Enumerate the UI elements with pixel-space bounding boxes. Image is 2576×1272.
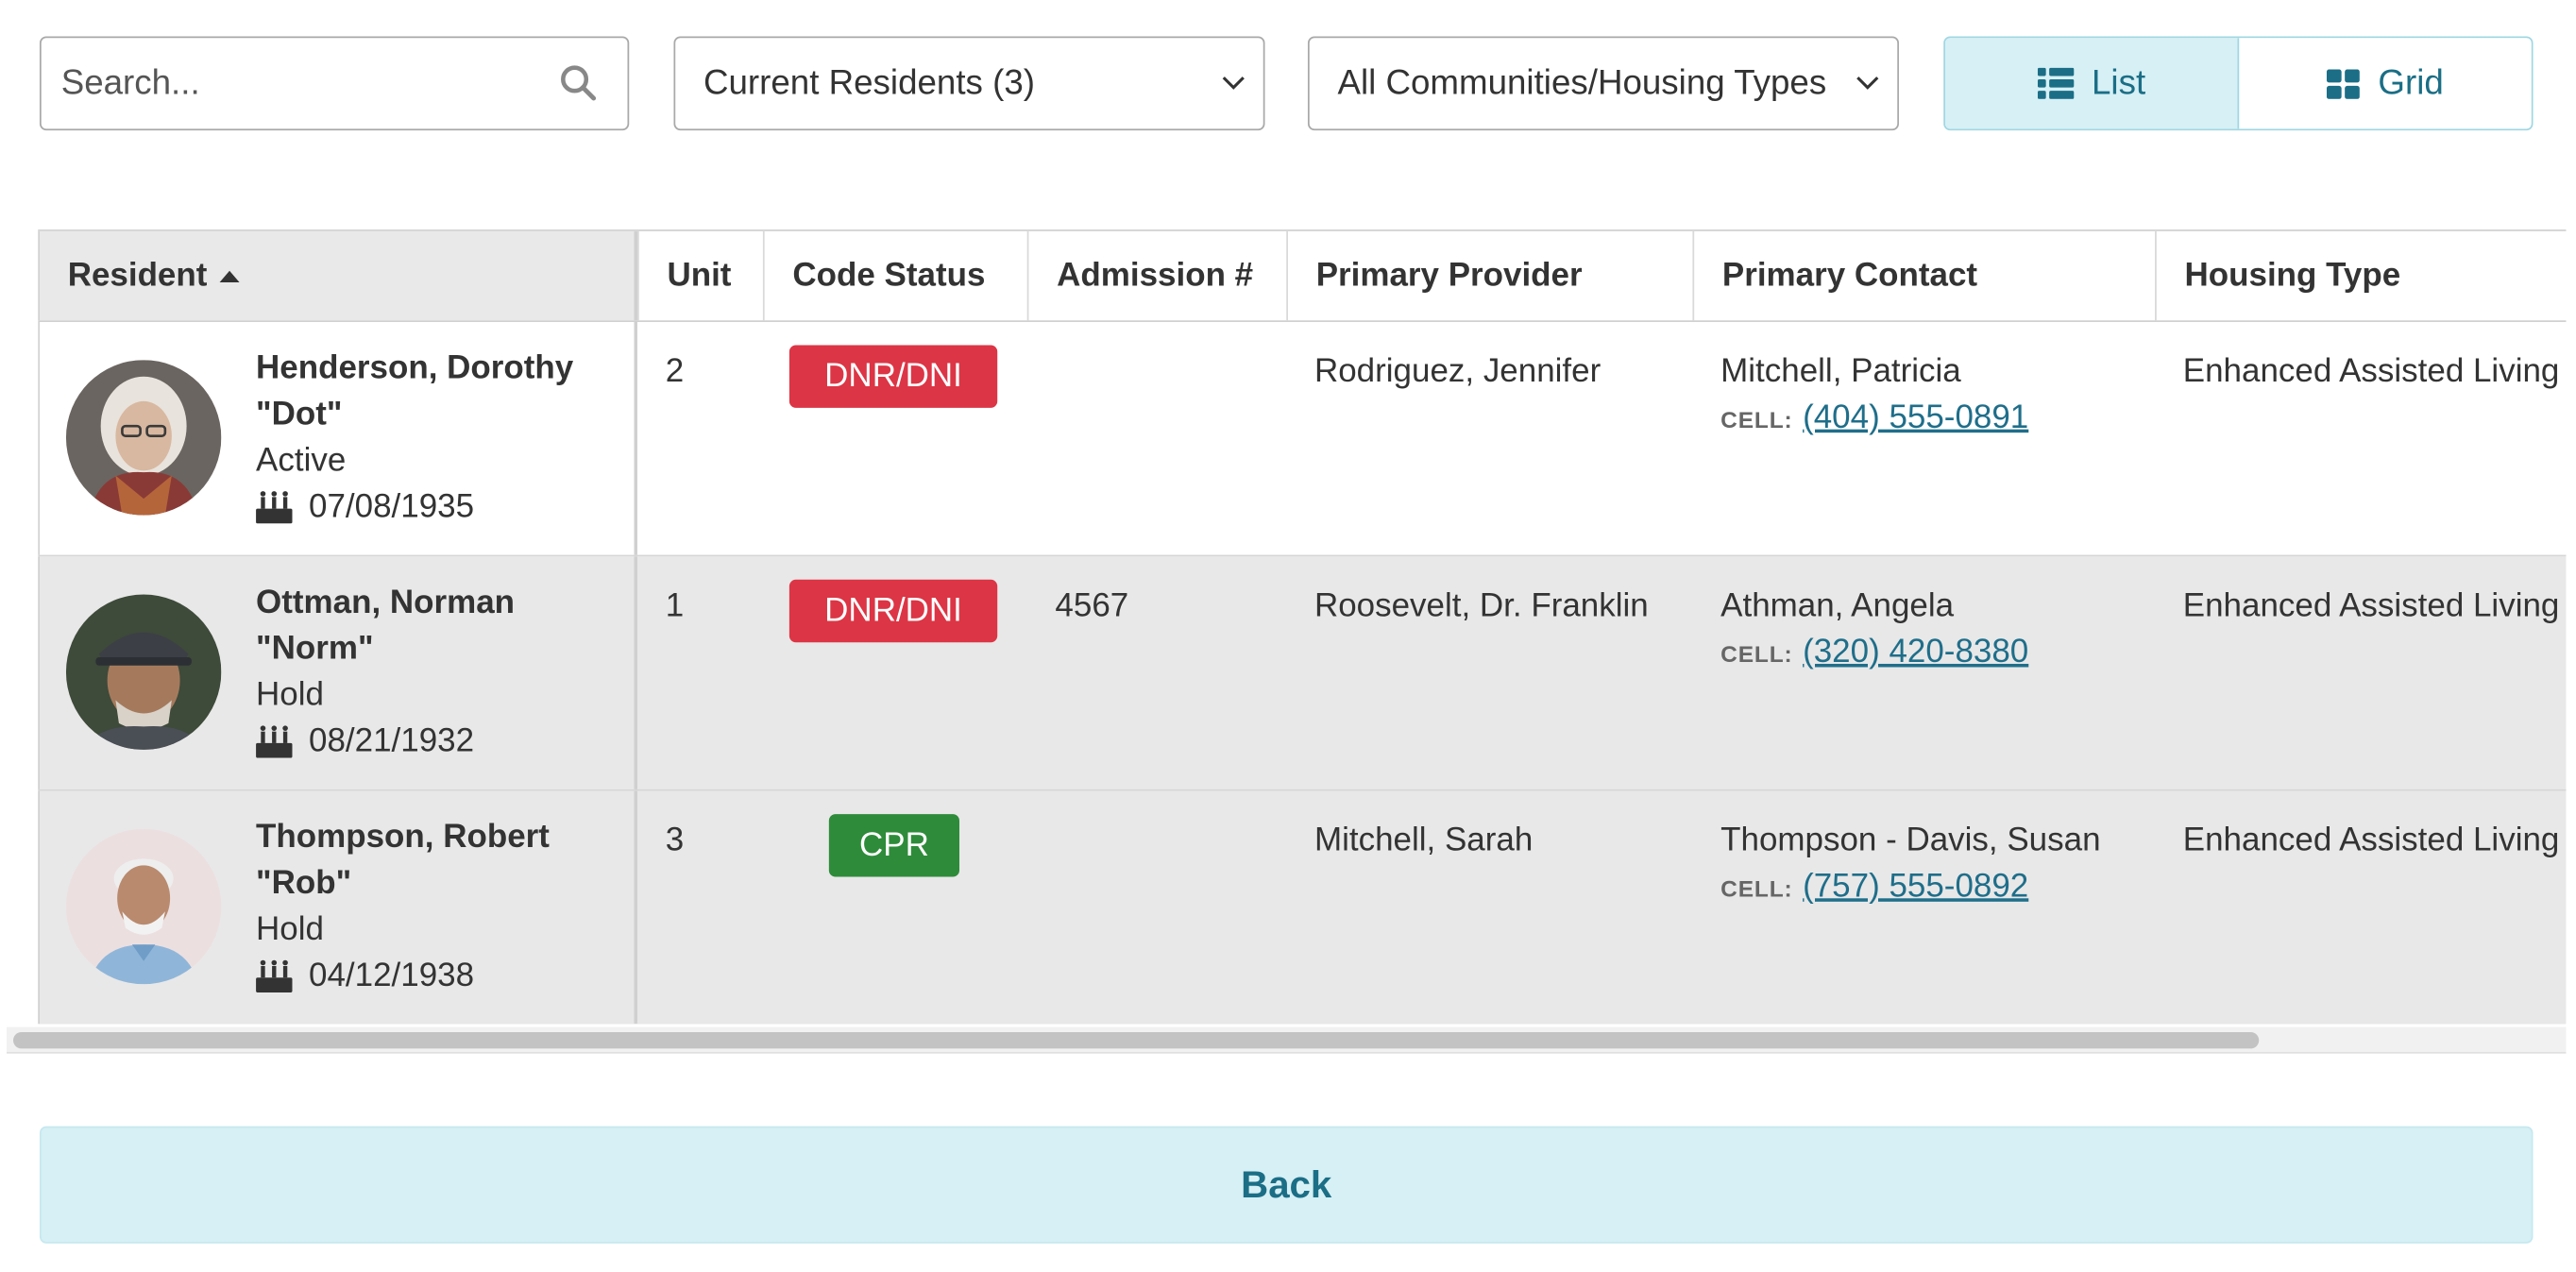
chevron-down-icon: [1222, 76, 1245, 90]
grid-view-label: Grid: [2378, 63, 2444, 102]
header-housing-type[interactable]: Housing Type: [2155, 230, 2566, 321]
primary-contact-cell: Thompson - Davis, Susan CELL: (757) 555-0…: [1692, 791, 2155, 1025]
code-status-badge: DNR/DNI: [788, 579, 998, 643]
chevron-down-icon: [1856, 76, 1879, 90]
back-button[interactable]: Back: [39, 1126, 2534, 1244]
list-view-label: List: [2092, 63, 2146, 102]
housing-type-cell: Enhanced Assisted Living: [2182, 587, 2560, 625]
community-filter-value: All Communities/Housing Types: [1337, 63, 1827, 102]
resident-cell[interactable]: Thompson, Robert "Rob" Hold 04/12/1938: [38, 790, 637, 1025]
grid-icon: [2327, 68, 2361, 99]
resident-dob-value: 04/12/1938: [309, 958, 475, 994]
list-icon: [2037, 67, 2074, 99]
resident-name[interactable]: Thompson, Robert "Rob": [256, 814, 619, 907]
contact-name: Mitchell, Patricia: [1720, 353, 1961, 390]
admission-cell: [1027, 791, 1287, 1025]
table-row[interactable]: Thompson, Robert "Rob" Hold 04/12/1938 3…: [38, 790, 2567, 1025]
resident-cell[interactable]: Henderson, Dorothy "Dot" Active 07/08/19…: [38, 321, 637, 555]
birthday-cake-icon: [256, 725, 293, 758]
code-status-cell: CPR: [763, 791, 1027, 1025]
unit-cell: 3: [665, 822, 685, 859]
header-code-status[interactable]: Code Status: [762, 230, 1027, 321]
contact-phone-label: CELL:: [1720, 406, 1793, 433]
resident-cell[interactable]: Ottman, Norman "Norm" Hold 08/21/1932: [38, 556, 637, 789]
housing-type-cell: Enhanced Assisted Living: [2182, 353, 2560, 390]
search-box[interactable]: [39, 36, 630, 131]
contact-phone-link[interactable]: (757) 555-0892: [1803, 869, 2028, 905]
sort-ascending-icon: [220, 269, 241, 282]
resident-filter-value: Current Residents (3): [703, 63, 1035, 102]
unit-cell: 2: [665, 353, 685, 390]
resident-info: Henderson, Dorothy "Dot" Active 07/08/19…: [256, 345, 619, 530]
resident-dob-value: 08/21/1932: [309, 722, 475, 760]
resident-dob: 07/08/1935: [256, 483, 619, 530]
residents-table: Resident Unit Code Status Admission # Pr…: [38, 229, 2567, 1025]
code-status-badge: DNR/DNI: [788, 345, 998, 408]
table-header-row: Resident Unit Code Status Admission # Pr…: [38, 230, 2567, 322]
resident-status: Hold: [256, 911, 324, 948]
primary-provider-cell: Mitchell, Sarah: [1313, 822, 1534, 859]
code-status-cell: DNR/DNI: [763, 556, 1027, 789]
resident-info: Ottman, Norman "Norm" Hold 08/21/1932: [256, 580, 619, 765]
resident-status: Hold: [256, 676, 324, 714]
resident-avatar: [65, 360, 222, 516]
scrollbar-thumb[interactable]: [12, 1031, 2260, 1049]
primary-contact-cell: Athman, Angela CELL: (320) 420-8380: [1692, 556, 2155, 789]
admission-cell: [1027, 322, 1287, 555]
header-unit[interactable]: Unit: [636, 230, 763, 321]
header-resident[interactable]: Resident: [38, 230, 637, 321]
contact-phone-link[interactable]: (320) 420-8380: [1803, 635, 2028, 670]
search-icon[interactable]: [558, 62, 598, 102]
resident-name[interactable]: Ottman, Norman "Norm": [256, 580, 619, 672]
contact-phone-label: CELL:: [1720, 874, 1793, 902]
resident-status: Active: [256, 442, 347, 480]
resident-filter-select[interactable]: Current Residents (3): [673, 36, 1265, 131]
list-view-button[interactable]: List: [1944, 38, 2238, 129]
resident-info: Thompson, Robert "Rob" Hold 04/12/1938: [256, 814, 619, 999]
contact-name: Athman, Angela: [1720, 587, 1955, 625]
primary-provider-cell: Roosevelt, Dr. Franklin: [1313, 587, 1649, 625]
search-input[interactable]: [60, 63, 540, 104]
resident-avatar: [65, 594, 222, 750]
community-filter-select[interactable]: All Communities/Housing Types: [1307, 36, 1900, 131]
contact-name: Thompson - Davis, Susan: [1720, 822, 2101, 859]
resident-dob: 04/12/1938: [256, 953, 619, 999]
resident-dob-value: 07/08/1935: [309, 488, 475, 526]
housing-type-cell: Enhanced Assisted Living: [2182, 822, 2560, 859]
resident-dob: 08/21/1932: [256, 719, 619, 765]
primary-contact-cell: Mitchell, Patricia CELL: (404) 555-0891: [1692, 322, 2155, 555]
admission-cell: 4567: [1055, 587, 1129, 625]
table-row[interactable]: Henderson, Dorothy "Dot" Active 07/08/19…: [38, 321, 2567, 557]
header-admission[interactable]: Admission #: [1026, 230, 1287, 321]
resident-avatar: [65, 828, 222, 985]
contact-phone-link[interactable]: (404) 555-0891: [1803, 399, 2028, 435]
grid-view-button[interactable]: Grid: [2237, 38, 2532, 129]
contact-phone-label: CELL:: [1720, 640, 1793, 668]
header-primary-provider[interactable]: Primary Provider: [1286, 230, 1692, 321]
header-resident-label: Resident: [67, 256, 208, 294]
unit-cell: 1: [665, 587, 685, 625]
birthday-cake-icon: [256, 959, 293, 992]
code-status-cell: DNR/DNI: [763, 322, 1027, 555]
view-toggle: List Grid: [1943, 36, 2534, 131]
code-status-badge: CPR: [828, 814, 959, 877]
resident-name[interactable]: Henderson, Dorothy "Dot": [256, 345, 619, 437]
birthday-cake-icon: [256, 491, 293, 524]
horizontal-scrollbar[interactable]: [6, 1026, 2567, 1054]
primary-provider-cell: Rodriguez, Jennifer: [1313, 353, 1602, 390]
header-primary-contact[interactable]: Primary Contact: [1692, 230, 2155, 321]
table-row[interactable]: Ottman, Norman "Norm" Hold 08/21/1932 1 …: [38, 556, 2567, 791]
